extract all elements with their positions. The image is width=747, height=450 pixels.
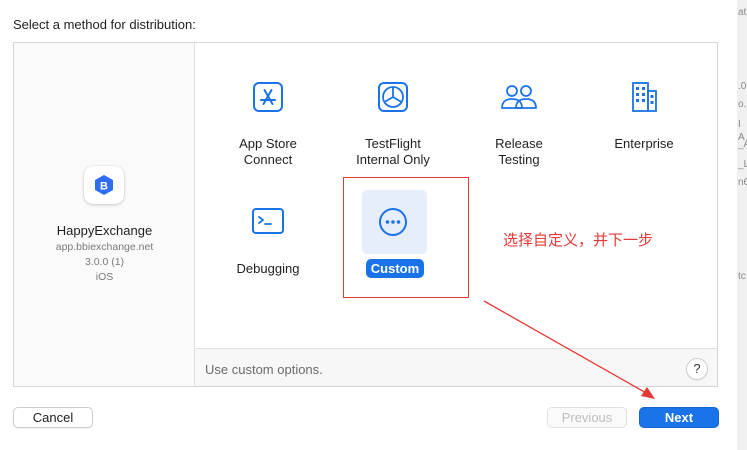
users-icon [498,76,540,118]
app-logo-icon: B [95,175,113,195]
previous-button[interactable]: Previous [547,407,627,428]
app-version: 3.0.0 (1) [84,256,125,268]
option-label: Debugging [236,261,300,276]
sheet-title: Select a method for distribution: [13,17,196,32]
terminal-icon [247,200,289,242]
bg-text: _A [738,139,747,150]
bg-text: o.b [738,99,747,110]
help-button[interactable]: ? [686,358,708,380]
description-bar: Use custom options. ? [195,348,717,386]
bg-text: n6 [738,177,747,188]
option-label: Enterprise [614,136,674,151]
background-window: at .0 o.b I A _A _L n6 tc [736,0,747,450]
app-platform: iOS [95,271,114,283]
app-summary: B HappyExchange app.bbiexchange.net 3.0.… [14,43,195,386]
app-store-icon [247,76,289,118]
app-logo-letter: B [100,181,108,193]
app-name: HappyExchange [56,223,153,238]
testflight-icon [372,76,414,118]
bg-text: _L [738,159,747,170]
bg-text: tc [738,271,746,282]
annotation-text: 选择自定义，并下一步 [503,231,654,249]
building-icon [623,76,665,118]
option-label: Release Testing [495,136,543,167]
app-bundle-id: app.bbiexchange.net [55,241,154,253]
option-description: Use custom options. [205,362,323,377]
next-button[interactable]: Next [639,407,719,428]
bg-text: at [738,7,747,18]
bg-text: .0 [738,81,747,92]
option-label: TestFlight Internal Only [356,136,430,167]
annotation-highlight-box [343,177,469,298]
option-label: App Store Connect [239,136,297,167]
cancel-button[interactable]: Cancel [13,407,93,428]
app-icon: B [84,166,124,204]
